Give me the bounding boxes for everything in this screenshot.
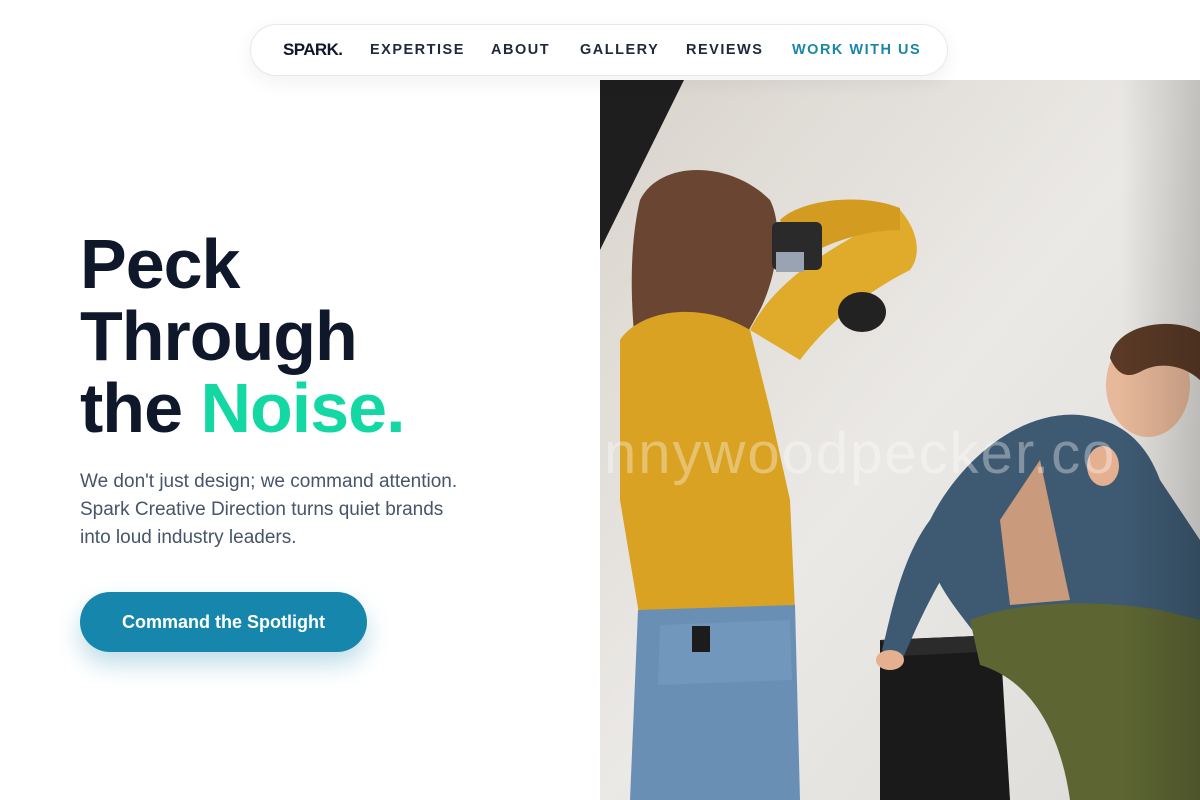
hero-headline: Peck Through the Noise. — [80, 225, 406, 447]
lead-line-2: Spark Creative Direction turns quiet bra… — [80, 499, 444, 520]
page: SPARK. EXPERTISE ABOUT GALLERY REVIEWS W… — [0, 0, 1200, 800]
hero-photo: nnywoodpecker.co — [600, 80, 1200, 800]
headline-period: . — [386, 369, 405, 447]
nav-link-gallery[interactable]: GALLERY — [580, 42, 659, 58]
top-nav: SPARK. EXPERTISE ABOUT GALLERY REVIEWS W… — [250, 24, 948, 76]
lead-line-1: We don't just design; we command attenti… — [80, 471, 458, 492]
brand-logo[interactable]: SPARK. — [283, 40, 343, 60]
nav-link-reviews[interactable]: REVIEWS — [686, 42, 763, 58]
headline-line-2: Through — [80, 297, 358, 375]
photo-illustration — [600, 80, 1200, 800]
nav-link-expertise[interactable]: EXPERTISE — [370, 42, 465, 58]
command-spotlight-button[interactable]: Command the Spotlight — [80, 592, 367, 652]
lead-line-3: into loud industry leaders. — [80, 527, 297, 548]
headline-word-the: the — [80, 369, 201, 447]
headline-word-noise: Noise — [200, 369, 387, 447]
headline-line-3: the Noise. — [80, 369, 406, 447]
nav-link-about[interactable]: ABOUT — [491, 42, 550, 58]
headline-line-1: Peck — [80, 225, 240, 303]
nav-link-work-with-us[interactable]: WORK WITH US — [792, 42, 921, 58]
hero-lead-paragraph: We don't just design; we command attenti… — [80, 468, 540, 552]
